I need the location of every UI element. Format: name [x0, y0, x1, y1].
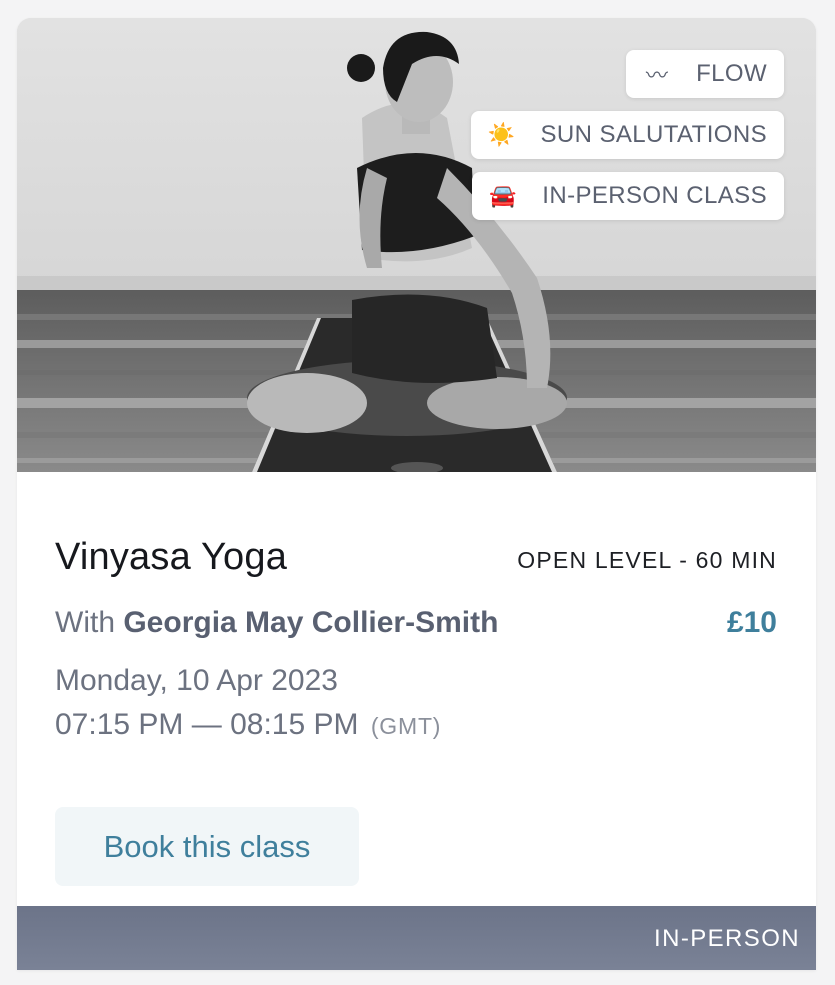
car-icon: 🚘 [489, 183, 518, 208]
class-title: Vinyasa Yoga [55, 536, 288, 578]
instructor-name: Georgia May Collier-Smith [123, 606, 499, 639]
class-time: 07:15 PM — 08:15 PM (GMT) [55, 708, 441, 742]
class-date: Monday, 10 Apr 2023 [55, 664, 338, 697]
class-details: Vinyasa Yoga OPEN LEVEL - 60 MIN With Ge… [17, 472, 816, 906]
class-card: 〰 FLOW ☀️ SUN SALUTATIONS 🚘 IN-PERSON CL… [17, 18, 816, 970]
class-price: £10 [726, 606, 777, 639]
tag-in-person-class-label: IN-PERSON CLASS [542, 182, 767, 209]
sun-icon: ☀️ [487, 122, 516, 147]
class-type-label: IN-PERSON [654, 925, 800, 952]
wave-icon: 〰 [645, 63, 669, 88]
tag-flow-label: FLOW [696, 60, 767, 87]
class-time-range: 07:15 PM — 08:15 PM [55, 708, 359, 741]
class-level-duration: OPEN LEVEL - 60 MIN [517, 547, 777, 573]
tag-flow: 〰 FLOW [626, 50, 784, 98]
tag-in-person-class: 🚘 IN-PERSON CLASS [472, 172, 784, 220]
book-class-button[interactable]: Book this class [55, 807, 359, 886]
class-timezone: (GMT) [370, 713, 442, 739]
tag-sun-salutations-label: SUN SALUTATIONS [540, 121, 767, 148]
tag-sun-salutations: ☀️ SUN SALUTATIONS [470, 111, 784, 159]
class-photo: 〰 FLOW ☀️ SUN SALUTATIONS 🚘 IN-PERSON CL… [17, 18, 816, 472]
instructor-line: With Georgia May Collier-Smith [55, 606, 498, 640]
class-type-footer: IN-PERSON [17, 906, 816, 970]
instructor-prefix: With [55, 606, 124, 639]
